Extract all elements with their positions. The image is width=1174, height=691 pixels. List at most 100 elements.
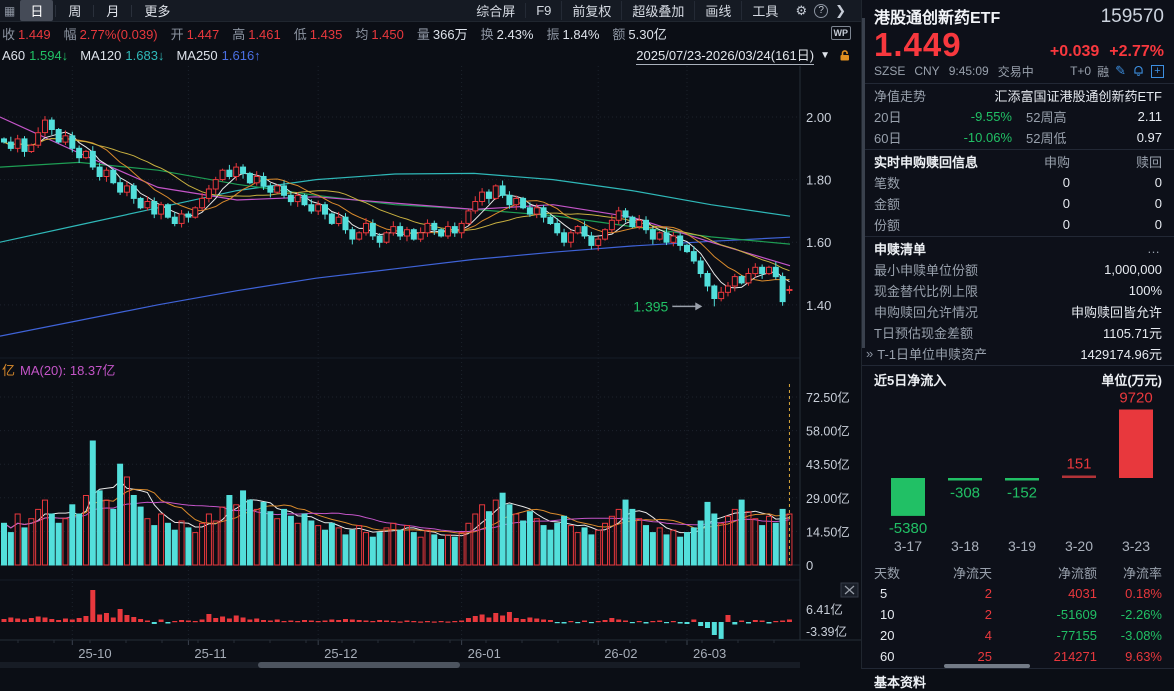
price-change: +0.039+2.77% [1040, 43, 1164, 61]
flow-table-row: 5 2 4031 0.18% [862, 583, 1174, 604]
netflow-section: 近5日净流入 单位(万元) -53803-17-3083-18-1523-191… [862, 366, 1174, 561]
gear-icon[interactable]: ⚙ [788, 3, 814, 19]
list-row: 现金替代比例上限100% [862, 280, 1174, 301]
menu-super-overlay[interactable]: 超级叠加 [621, 1, 694, 20]
svg-text:25-10: 25-10 [78, 646, 111, 661]
tab-more[interactable]: 更多 [134, 0, 180, 21]
svg-text:151: 151 [1066, 455, 1091, 472]
stat-low: 低1.435 [294, 24, 343, 43]
tab-week[interactable]: 周 [58, 0, 91, 21]
t0-flag: T+0 [1070, 64, 1091, 78]
svg-text:-5380: -5380 [889, 520, 927, 537]
menu-composite-screen[interactable]: 综合屏 [466, 1, 525, 20]
last-price: 1.449 [874, 28, 962, 62]
grid-icon[interactable]: ▦ [4, 4, 15, 18]
ma-legend-bar: A60 1.594↓ MA120 1.683↓ MA250 1.616↑ 202… [0, 44, 861, 66]
price-line: 1.449 +0.039+2.77% [862, 28, 1174, 62]
panel-bottom-scrollbar[interactable] [944, 664, 1030, 668]
svg-text:3-23: 3-23 [1122, 538, 1150, 554]
double-chevron-icon: » [866, 346, 873, 361]
svg-text:26-02: 26-02 [604, 646, 637, 661]
stat-amplitude: 振1.84% [547, 24, 600, 43]
svg-text:6.41亿: 6.41亿 [806, 602, 843, 617]
menu-forward-adjust[interactable]: 前复权 [561, 1, 621, 20]
basic-info-title[interactable]: 基本资料 [862, 669, 1174, 691]
main-chart[interactable]: 25-1025-1125-1226-0126-0226-032.001.801.… [0, 66, 861, 669]
stat-range: 幅2.77%(0.039) [64, 24, 158, 43]
panel-scrollbar[interactable] [862, 18, 865, 348]
quote-time: 9:45:09 [949, 64, 989, 78]
svg-text:0: 0 [806, 558, 813, 573]
svg-text:14.50亿: 14.50亿 [806, 524, 850, 539]
svg-text:9720: 9720 [1119, 389, 1152, 406]
flow-table-row: 20 4 -77155 -3.08% [862, 625, 1174, 646]
netflow-bar-chart: -53803-17-3083-18-1523-191513-2097203-23 [862, 389, 1174, 561]
list-row: T日预估现金差额1105.71元 [862, 322, 1174, 343]
list-title: 申赎清单 [874, 239, 926, 258]
svg-text:-308: -308 [950, 484, 980, 501]
realtime-row: 笔数 0 0 [862, 172, 1174, 193]
panel-header: 港股通创新药ETF 159570 [862, 0, 1174, 28]
chevron-right-icon[interactable]: ❯ [828, 3, 853, 19]
stat-open: 开1.447 [171, 24, 220, 43]
nav-section: 净值走势 汇添富国证港股通创新药ETF 20日 -9.55% 52周高 2.11… [862, 84, 1174, 150]
nav-row: 60日 -10.06% 52周低 0.97 [862, 127, 1174, 148]
trading-status: 交易中 [998, 63, 1034, 80]
svg-text:25-11: 25-11 [194, 646, 226, 661]
exchange-label: SZSE [874, 64, 905, 78]
nav-title: 净值走势 [874, 86, 926, 105]
chevron-down-icon[interactable]: ▼ [820, 50, 830, 61]
security-name: 港股通创新药ETF [874, 4, 1000, 28]
stat-high: 高1.461 [232, 24, 281, 43]
stat-turnover: 换2.43% [481, 24, 534, 43]
edit-icon[interactable]: ✎ [1115, 63, 1126, 79]
divider [93, 5, 94, 17]
quote-panel: 港股通创新药ETF 159570 1.449 +0.039+2.77% SZSE… [861, 0, 1174, 669]
date-range-selector[interactable]: 2025/07/23-2026/03/24(161日) [636, 45, 814, 65]
realtime-row: 份额 0 0 [862, 214, 1174, 235]
svg-text:58.00亿: 58.00亿 [806, 424, 850, 439]
tab-day[interactable]: 日 [20, 0, 53, 21]
fund-name[interactable]: 汇添富国证港股通创新药ETF [994, 86, 1162, 105]
period-tab-bar: ▦ 日 周 月 更多 综合屏 F9 前复权 超级叠加 画线 工具 ⚙ ? ❯ [0, 0, 861, 22]
svg-text:3-18: 3-18 [951, 538, 979, 554]
tab-month[interactable]: 月 [96, 0, 129, 21]
quote-stats-bar: 收1.449 幅2.77%(0.039) 开1.447 高1.461 低1.43… [0, 22, 861, 44]
svg-text:3-20: 3-20 [1065, 538, 1093, 554]
menu-tools[interactable]: 工具 [741, 1, 788, 20]
svg-text:26-01: 26-01 [468, 646, 501, 661]
wencai-icon[interactable]: WP [831, 26, 852, 40]
ma60-value: 1.594↓ [29, 48, 68, 63]
bell-icon[interactable] [1132, 65, 1145, 78]
svg-text:72.50亿: 72.50亿 [806, 390, 850, 405]
svg-text:1.395: 1.395 [633, 298, 668, 314]
help-icon[interactable]: ? [814, 4, 828, 18]
add-icon[interactable]: + [1151, 65, 1164, 78]
stat-amount: 额5.30亿 [612, 24, 666, 43]
realtime-section: 实时申购赎回信息 申购 赎回 笔数 0 0 金额 0 0 份额 0 0 [862, 150, 1174, 237]
chart-menu: 综合屏 F9 前复权 超级叠加 画线 工具 ⚙ ? ❯ [466, 1, 853, 20]
flow-table-header: 天数 净流天 净流额 净流率 [862, 562, 1174, 583]
stat-close: 收1.449 [2, 24, 51, 43]
svg-text:1.60: 1.60 [806, 235, 831, 250]
divider [55, 5, 56, 17]
svg-text:1.80: 1.80 [806, 173, 831, 188]
security-code: 159570 [1101, 6, 1164, 28]
chart-column: ▦ 日 周 月 更多 综合屏 F9 前复权 超级叠加 画线 工具 ⚙ ? ❯ 收… [0, 0, 861, 669]
ma120-label: MA120 [80, 48, 121, 63]
menu-f9[interactable]: F9 [525, 3, 561, 18]
svg-text:1.40: 1.40 [806, 298, 831, 313]
more-icon[interactable]: … [1147, 241, 1162, 256]
svg-text:26-03: 26-03 [693, 646, 726, 661]
list-row: » T-1日单位申赎资产1429174.96元 [862, 343, 1174, 364]
nav-row: 20日 -9.55% 52周高 2.11 [862, 106, 1174, 127]
ma120-value: 1.683↓ [125, 48, 164, 63]
menu-draw-line[interactable]: 画线 [694, 1, 741, 20]
unlock-icon[interactable] [838, 49, 851, 62]
stat-avg: 均1.450 [355, 24, 404, 43]
market-info-line: SZSE CNY 9:45:09 交易中 T+0 融 ✎ + [862, 62, 1174, 84]
svg-text:29.00亿: 29.00亿 [806, 491, 850, 506]
flags-group: T+0 融 ✎ + [1070, 63, 1164, 80]
margin-flag: 融 [1097, 63, 1109, 80]
flow-table-row: 10 2 -51609 -2.26% [862, 604, 1174, 625]
